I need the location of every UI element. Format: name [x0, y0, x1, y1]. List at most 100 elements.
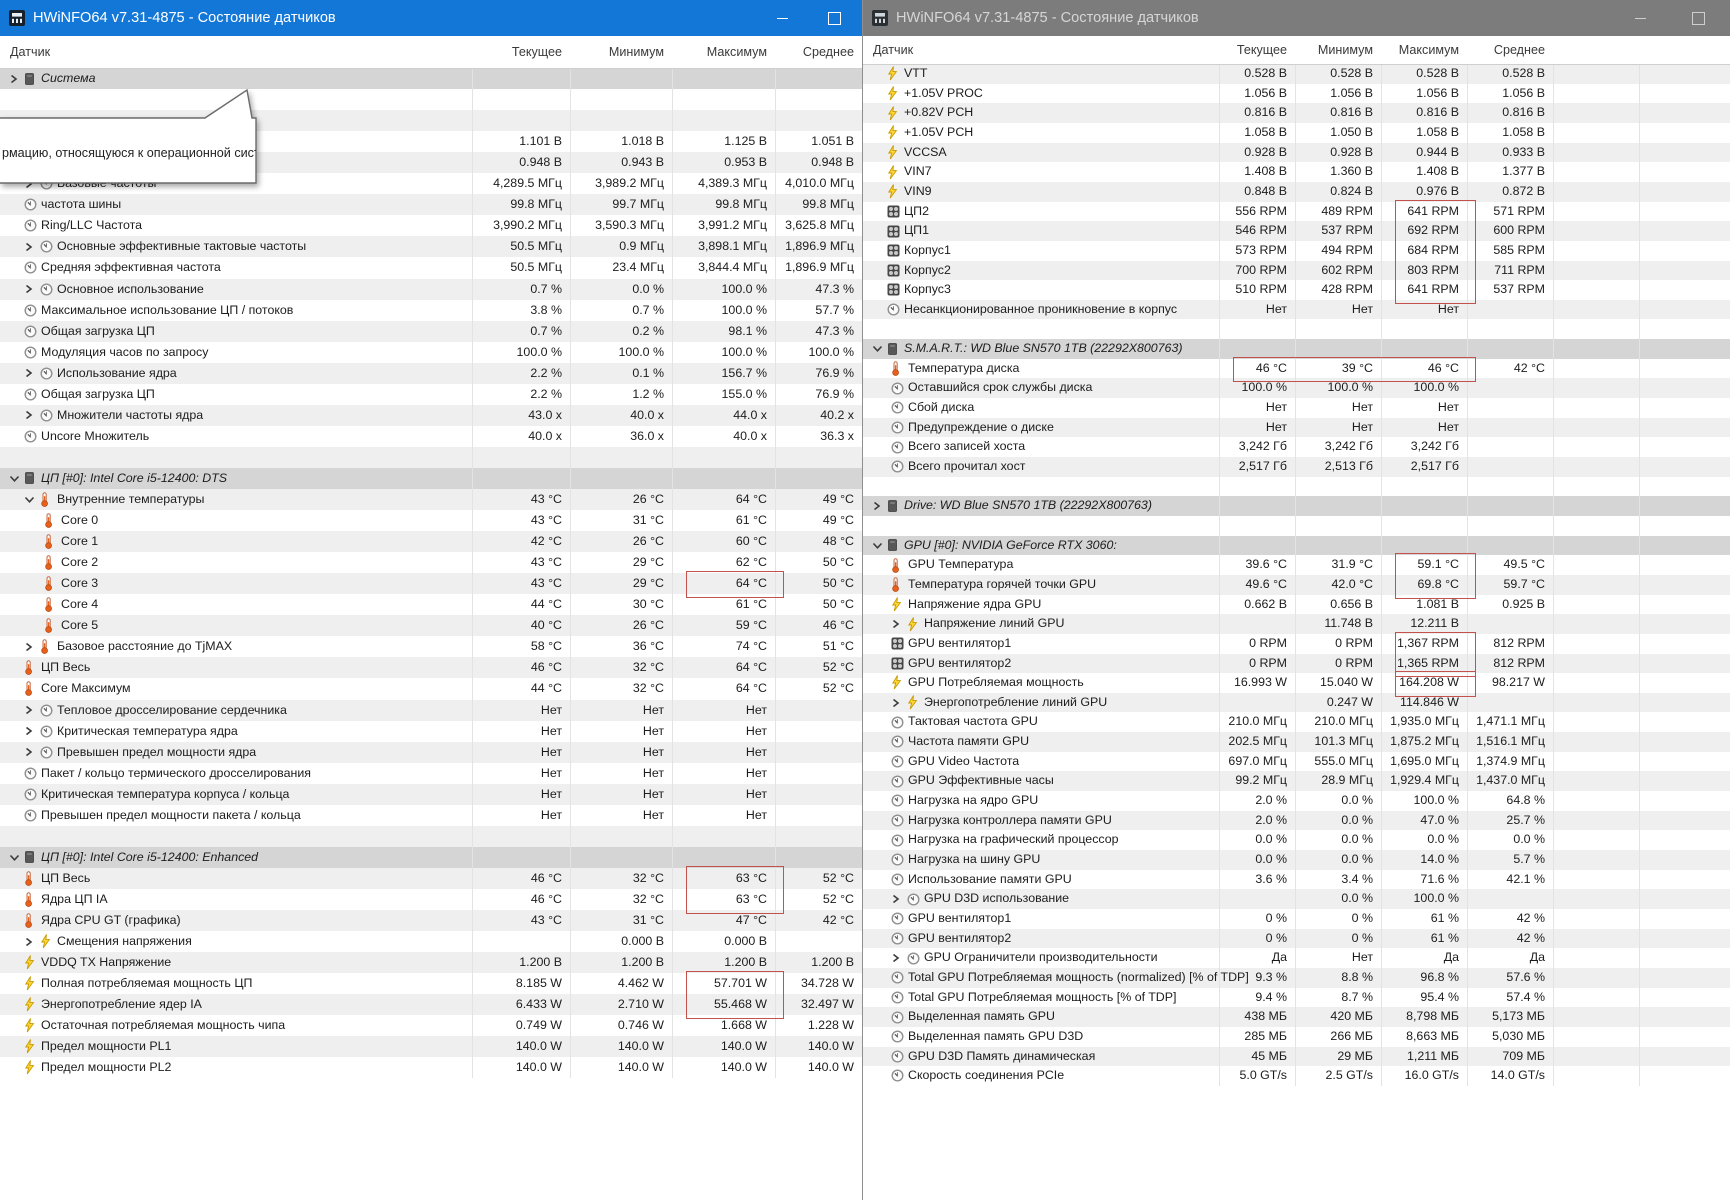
sensor-row[interactable]: GPU Температура 39.6 °C 31.9 °C 59.1 °C 49.5…: [863, 555, 1730, 575]
group-row[interactable]: ЦП [#0]: Intel Core i5-12400: DTS: [0, 467, 862, 489]
sensor-row[interactable]: Core 2 43 °C 29 °C 62 °C 50 °C: [0, 552, 862, 574]
group-row[interactable]: GPU [#0]: NVIDIA GeForce RTX 3060:: [863, 535, 1730, 556]
chevron-right-icon[interactable]: [891, 693, 900, 713]
sensor-row[interactable]: Uncore Множитель 40.0 x 36.0 x 40.0 x 36.3 x: [0, 425, 862, 447]
sensor-row[interactable]: Total GPU Потребляемая мощность (normali…: [863, 967, 1730, 988]
sensor-row[interactable]: Total GPU Потребляемая мощность [% of TD…: [863, 987, 1730, 1008]
sensor-row[interactable]: Тактовая частота GPU 210.0 МГц 210.0 МГц 1,…: [863, 712, 1730, 733]
sensor-row[interactable]: Скорость соединения PCIe 5.0 GT/s 2.5 GT/s…: [863, 1066, 1730, 1086]
sensor-row[interactable]: Предел мощности PL2 140.0 W 140.0 W 140.0 W…: [0, 1057, 862, 1079]
sensor-row[interactable]: ЦП1 546 RPM 537 RPM 692 RPM 600 RPM: [863, 221, 1730, 241]
column-header-average[interactable]: Среднее: [762, 36, 854, 68]
column-header-minimum[interactable]: Минимум: [572, 36, 664, 68]
sensor-row[interactable]: Выделенная память GPU D3D 285 МБ 266 МБ 8,6…: [863, 1026, 1730, 1047]
chevron-down-icon[interactable]: [872, 536, 883, 556]
titlebar-left[interactable]: HWiNFO64 v7.31-4875 - Состояние датчиков: [0, 0, 862, 36]
sensor-row[interactable]: Общая загрузка ЦП 2.2 % 1.2 % 155.0 % 76.9 %: [0, 383, 862, 405]
sensor-row[interactable]: Использование памяти GPU 3.6 % 3.4 % 71.6 %…: [863, 869, 1730, 890]
chevron-right-icon[interactable]: [24, 931, 33, 952]
column-header-current[interactable]: Текущее: [470, 36, 562, 68]
sensor-row[interactable]: Нагрузка на графический процессор 0.0 % 0.…: [863, 830, 1730, 850]
column-header-sensor[interactable]: Датчик: [10, 36, 50, 68]
sensor-row[interactable]: Температура диска 46 °C 39 °C 46 °C 42 °C: [863, 358, 1730, 379]
sensor-row[interactable]: VIN7 1.408 В 1.360 В 1.408 В 1.377 В: [863, 162, 1730, 182]
chevron-right-icon[interactable]: [891, 614, 900, 634]
chevron-right-icon[interactable]: [24, 236, 33, 257]
sensor-row[interactable]: Полная потребляемая мощность ЦП 8.185 W 4.…: [0, 973, 862, 995]
column-header-average[interactable]: Среднее: [1453, 36, 1545, 64]
sensor-row[interactable]: Core Максимум 44 °C 32 °C 64 °C 52 °C: [0, 678, 862, 700]
sensor-row[interactable]: Core 1 42 °C 26 °C 60 °C 48 °C: [0, 531, 862, 553]
chevron-down-icon[interactable]: [24, 489, 35, 510]
chevron-right-icon[interactable]: [24, 636, 33, 657]
column-header-maximum[interactable]: Максимум: [1367, 36, 1459, 64]
sensor-row[interactable]: Максимальное использование ЦП / потоков 3…: [0, 299, 862, 321]
sensor-row[interactable]: GPU Ограничители производительности Да Нет…: [863, 948, 1730, 968]
sensor-row[interactable]: Напряжение линий GPU 11.748 В 12.211 В: [863, 614, 1730, 634]
sensor-row[interactable]: Core 4 44 °C 30 °C 61 °C 50 °C: [0, 594, 862, 616]
sensor-row[interactable]: Критическая температура ядра Нет Нет Нет: [0, 720, 862, 742]
group-row[interactable]: S.M.A.R.T.: WD Blue SN570 1TB (22292X800…: [863, 339, 1730, 359]
sensor-row[interactable]: Множители частоты ядра 43.0 x 40.0 x 44.0 x…: [0, 404, 862, 426]
maximize-button[interactable]: [1678, 0, 1718, 36]
sensor-row[interactable]: Ring/LLC Частота 3,990.2 МГц 3,590.3 МГц 3,…: [0, 215, 862, 237]
sensor-row[interactable]: Предел мощности PL1 140.0 W 140.0 W 140.0 W…: [0, 1036, 862, 1058]
chevron-right-icon[interactable]: [24, 742, 33, 763]
sensor-row[interactable]: Оставшийся срок службы диска 100.0 % 100.0…: [863, 378, 1730, 399]
sensor-row[interactable]: GPU Video Частота 697.0 МГц 555.0 МГц 1,695…: [863, 751, 1730, 772]
group-row[interactable]: ЦП [#0]: Intel Core i5-12400: Enhanced: [0, 846, 862, 868]
sensor-row[interactable]: Общая загрузка ЦП 0.7 % 0.2 % 98.1 % 47.3 %: [0, 320, 862, 342]
sensor-row[interactable]: частота шины 99.8 МГц 99.7 МГц 99.8 МГц 99.8…: [0, 194, 862, 216]
sensor-row[interactable]: Нагрузка контроллера памяти GPU 2.0 % 0.0 …: [863, 810, 1730, 831]
sensor-row[interactable]: GPU Потребляемая мощность 16.993 W 15.040 …: [863, 673, 1730, 693]
sensor-row[interactable]: GPU D3D использование 0.0 % 100.0 %: [863, 889, 1730, 909]
sensor-row[interactable]: Core 0 43 °C 31 °C 61 °C 49 °C: [0, 510, 862, 532]
sensor-row[interactable]: ЦП2 556 RPM 489 RPM 641 RPM 571 RPM: [863, 201, 1730, 222]
sensor-row[interactable]: ЦП Весь 46 °C 32 °C 64 °C 52 °C: [0, 657, 862, 679]
sensor-row[interactable]: Пакет / кольцо термического дросселирова…: [0, 762, 862, 784]
sensor-row[interactable]: Корпус1 573 RPM 494 RPM 684 RPM 585 RPM: [863, 240, 1730, 261]
column-header-maximum[interactable]: Максимум: [675, 36, 767, 68]
sensor-row[interactable]: Core 5 40 °C 26 °C 59 °C 46 °C: [0, 615, 862, 637]
sensor-row[interactable]: VCCSA 0.928 В 0.928 В 0.944 В 0.933 В: [863, 142, 1730, 163]
chevron-down-icon[interactable]: [9, 847, 20, 868]
sensor-row[interactable]: Предупреждение о диске Нет Нет Нет: [863, 417, 1730, 438]
sensor-row[interactable]: Ядра ЦП IA 46 °C 32 °C 63 °C 52 °C: [0, 888, 862, 910]
sensor-row[interactable]: Сбой диска Нет Нет Нет: [863, 398, 1730, 418]
sensor-row[interactable]: VIN9 0.848 В 0.824 В 0.976 В 0.872 В: [863, 181, 1730, 202]
sensor-row[interactable]: Нагрузка на ядро GPU 2.0 % 0.0 % 100.0 % 64.…: [863, 791, 1730, 811]
sensor-row[interactable]: Средняя эффективная частота 50.5 МГц 23.4 …: [0, 257, 862, 279]
sensor-row[interactable]: Модуляция часов по запросу 100.0 % 100.0 %…: [0, 341, 862, 363]
sensor-row[interactable]: GPU Эффективные часы 99.2 МГц 28.9 МГц 1,92…: [863, 771, 1730, 792]
chevron-right-icon[interactable]: [24, 721, 33, 742]
chevron-right-icon[interactable]: [891, 889, 900, 909]
chevron-right-icon[interactable]: [24, 405, 33, 426]
sensor-row[interactable]: +1.05V PCH 1.058 В 1.050 В 1.058 В 1.058 В: [863, 122, 1730, 143]
sensor-row[interactable]: Критическая температура корпуса / кольца…: [0, 783, 862, 805]
sensor-row[interactable]: GPU вентилятор1 0 RPM 0 RPM 1,367 RPM 812 RP…: [863, 633, 1730, 654]
sensor-row[interactable]: Использование ядра 2.2 % 0.1 % 156.7 % 76.9 …: [0, 362, 862, 384]
sensor-row[interactable]: Превышен предел мощности ядра Нет Нет Нет: [0, 741, 862, 763]
sensor-row[interactable]: ЦП Весь 46 °C 32 °C 63 °C 52 °C: [0, 867, 862, 889]
sensor-row[interactable]: +1.05V PROC 1.056 В 1.056 В 1.056 В 1.056 В: [863, 83, 1730, 104]
maximize-button[interactable]: [814, 0, 854, 36]
chevron-right-icon[interactable]: [872, 496, 881, 516]
sensor-row[interactable]: Частота памяти GPU 202.5 МГц 101.3 МГц 1,87…: [863, 732, 1730, 752]
chevron-right-icon[interactable]: [24, 363, 33, 384]
sensor-row[interactable]: Core 3 43 °C 29 °C 64 °C 50 °C: [0, 573, 862, 595]
sensor-row[interactable]: Корпус3 510 RPM 428 RPM 641 RPM 537 RPM: [863, 280, 1730, 300]
sensor-row[interactable]: Напряжение ядра GPU 0.662 В 0.656 В 1.081 В…: [863, 594, 1730, 615]
sensor-row[interactable]: Несанкционированное проникновение в корп…: [863, 299, 1730, 320]
sensor-row[interactable]: +0.82V PCH 0.816 В 0.816 В 0.816 В 0.816 В: [863, 103, 1730, 123]
chevron-right-icon[interactable]: [891, 948, 900, 968]
sensor-row[interactable]: VTT 0.528 В 0.528 В 0.528 В 0.528 В: [863, 64, 1730, 84]
chevron-down-icon[interactable]: [9, 468, 20, 489]
sensor-row[interactable]: Выделенная память GPU 438 МБ 420 МБ 8,798 М…: [863, 1007, 1730, 1027]
sensor-row[interactable]: Нагрузка на шину GPU 0.0 % 0.0 % 14.0 % 5.7 …: [863, 850, 1730, 870]
sensor-row[interactable]: Ядра CPU GT (графика) 43 °C 31 °C 47 °C 42 °…: [0, 910, 862, 932]
sensor-row[interactable]: Энергопотребление линий GPU 0.247 W 114.84…: [863, 692, 1730, 713]
sensor-row[interactable]: Внутренние температуры 43 °C 26 °C 64 °C 49 …: [0, 489, 862, 511]
sensor-row[interactable]: Превышен предел мощности пакета / кольца…: [0, 804, 862, 826]
chevron-right-icon[interactable]: [24, 700, 33, 721]
sensor-row[interactable]: Температура горячей точки GPU 49.6 °C 42.0…: [863, 574, 1730, 595]
